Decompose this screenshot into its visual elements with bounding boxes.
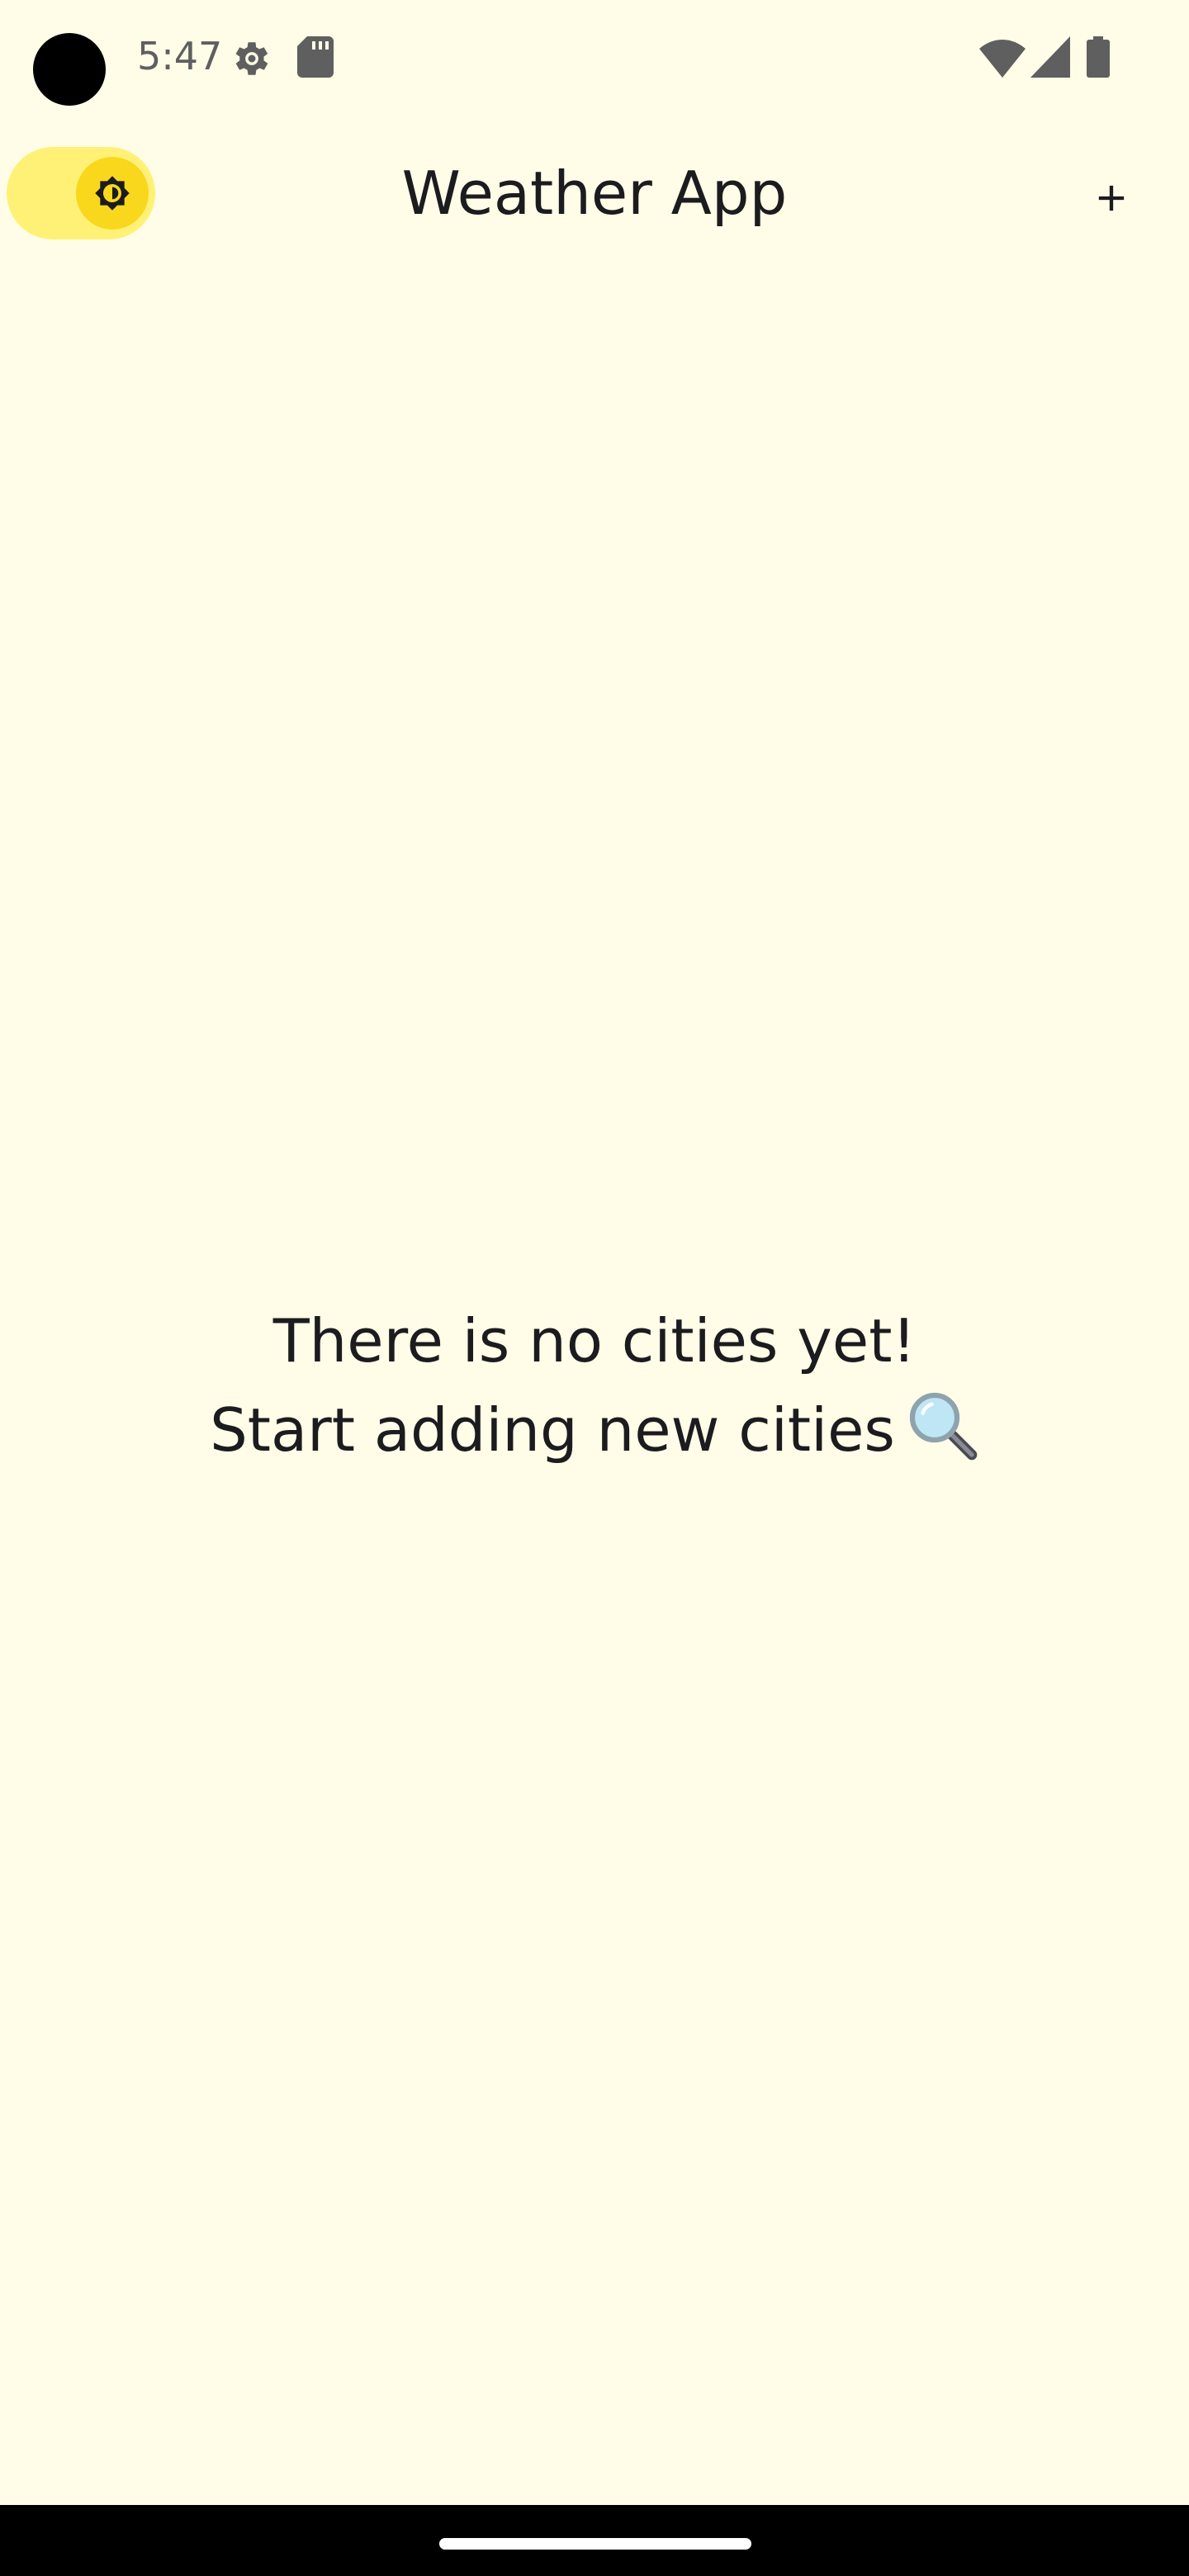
camera-cutout [33, 33, 106, 106]
status-time: 5:47 [137, 34, 223, 78]
empty-state-line-1: There is no cities yet! [272, 1306, 917, 1376]
gear-icon [235, 42, 268, 75]
status-bar: 5:47 [0, 0, 1189, 116]
empty-state-line-2-wrap: Start adding new cities [0, 1385, 1189, 1475]
battery-icon [1087, 36, 1110, 78]
page-title: Weather App [401, 159, 788, 228]
brightness-icon [95, 176, 130, 211]
magnifying-glass-icon [909, 1392, 978, 1461]
top-app-bar: Weather App [0, 132, 1189, 256]
theme-toggle-switch[interactable] [7, 147, 155, 239]
toggle-thumb[interactable] [76, 157, 149, 230]
empty-state-message: There is no cities yet! Start adding new… [0, 1296, 1189, 1475]
sd-card-icon [297, 36, 334, 78]
gesture-handle[interactable] [439, 2538, 751, 2550]
wifi-icon [979, 40, 1026, 78]
empty-state-line-2: Start adding new cities [210, 1395, 895, 1465]
system-navigation-bar [0, 2505, 1189, 2576]
add-city-button[interactable] [1070, 157, 1153, 239]
plus-icon [1098, 185, 1125, 211]
cellular-signal-icon [1030, 36, 1070, 78]
